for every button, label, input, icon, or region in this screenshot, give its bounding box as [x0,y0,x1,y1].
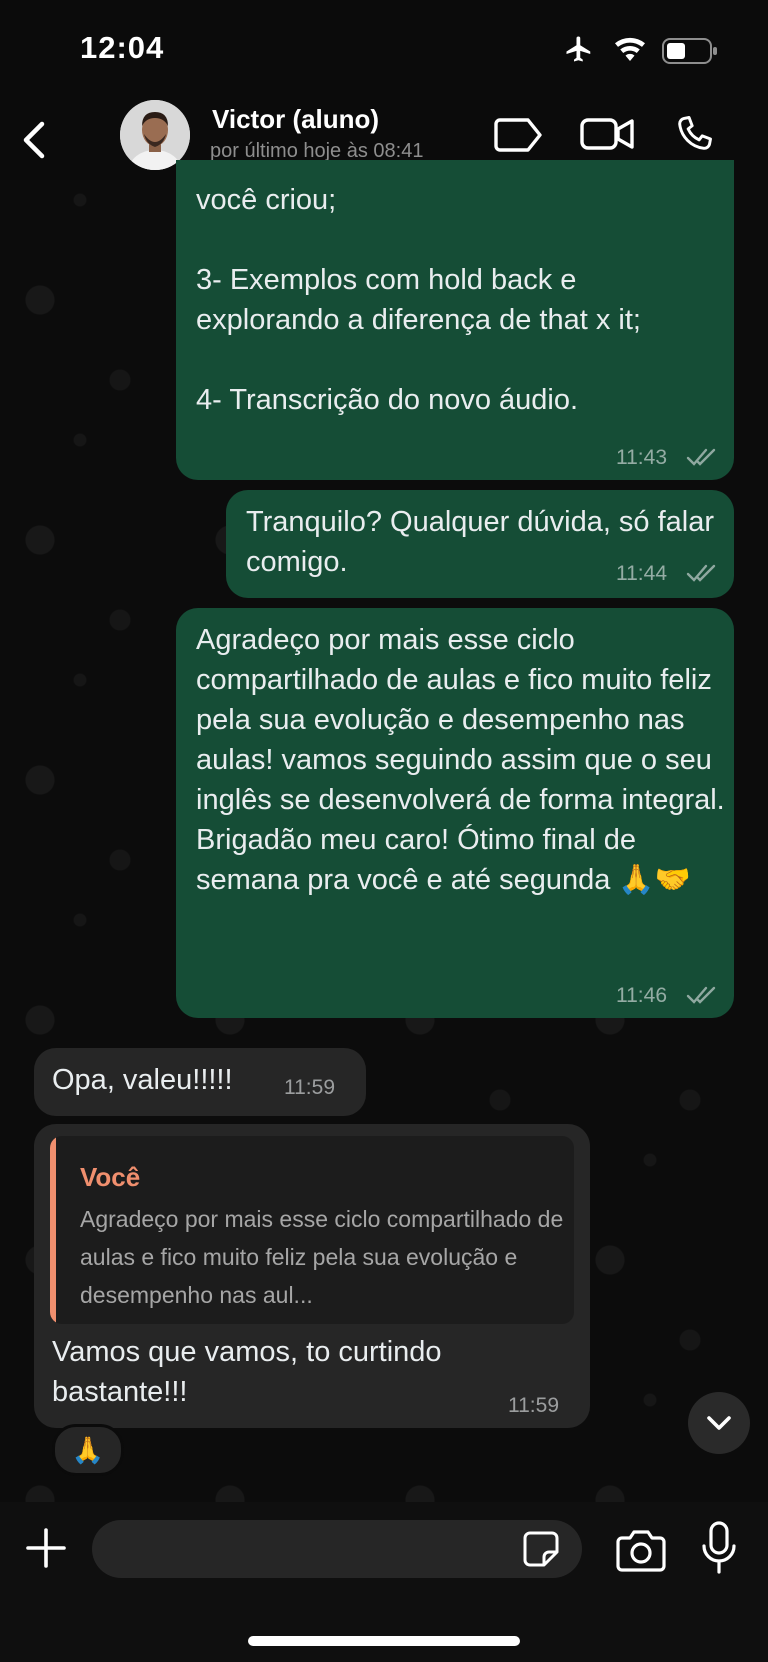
message-text: Opa, valeu!!!!! [52,1064,233,1096]
message-time: 11:43 [616,446,667,469]
message-time: 11:59 [284,1076,335,1099]
read-receipt-icon [686,984,718,1011]
camera-icon[interactable] [616,1528,666,1572]
message-text: você criou; 3- Exemplos com hold back e … [196,184,641,416]
home-indicator [248,1636,520,1646]
message-input[interactable] [92,1520,582,1578]
read-receipt-icon [686,446,718,473]
label-tag-icon[interactable] [494,116,544,159]
back-chevron-icon[interactable] [14,116,54,164]
quoted-author: Você [80,1162,141,1192]
video-call-icon[interactable] [580,114,636,159]
message-text: Vamos que vamos, to curtindo bastante!!! [52,1336,442,1408]
message-bubble-incoming-reply[interactable]: Você Agradeço por mais esse ciclo compar… [34,1124,590,1428]
battery-icon [662,38,718,69]
scroll-to-bottom-button[interactable] [688,1392,750,1454]
airplane-icon [562,34,596,69]
message-time: 11:59 [508,1394,559,1417]
message-text: Agradeço por mais esse ciclo compartilha… [196,624,725,896]
chevron-down-icon [707,1416,731,1430]
plus-icon[interactable] [24,1526,68,1570]
message-bubble-incoming[interactable]: Opa, valeu!!!!! 11:59 [34,1048,366,1116]
message-composer [0,1502,768,1662]
message-bubble-outgoing[interactable]: você criou; 3- Exemplos com hold back e … [176,160,734,480]
sticker-icon[interactable] [522,1530,560,1568]
wifi-icon [612,34,648,69]
status-bar: 12:04 [0,0,768,100]
message-time: 11:44 [616,562,667,585]
quote-accent-bar [50,1136,56,1324]
message-time: 11:46 [616,984,667,1007]
message-reaction[interactable]: 🙏 [52,1424,124,1476]
microphone-icon[interactable] [700,1520,738,1576]
quoted-message[interactable]: Você Agradeço por mais esse ciclo compar… [50,1136,574,1324]
status-time: 12:04 [80,30,165,65]
message-bubble-outgoing[interactable]: Tranquilo? Qualquer dúvida, só falar com… [226,490,734,598]
contact-name[interactable]: Victor (aluno) [212,104,379,135]
voice-call-icon[interactable] [672,112,716,161]
quoted-text: Agradeço por mais esse ciclo compartilha… [80,1206,564,1308]
read-receipt-icon [686,562,718,589]
message-bubble-outgoing[interactable]: Agradeço por mais esse ciclo compartilha… [176,608,734,1018]
